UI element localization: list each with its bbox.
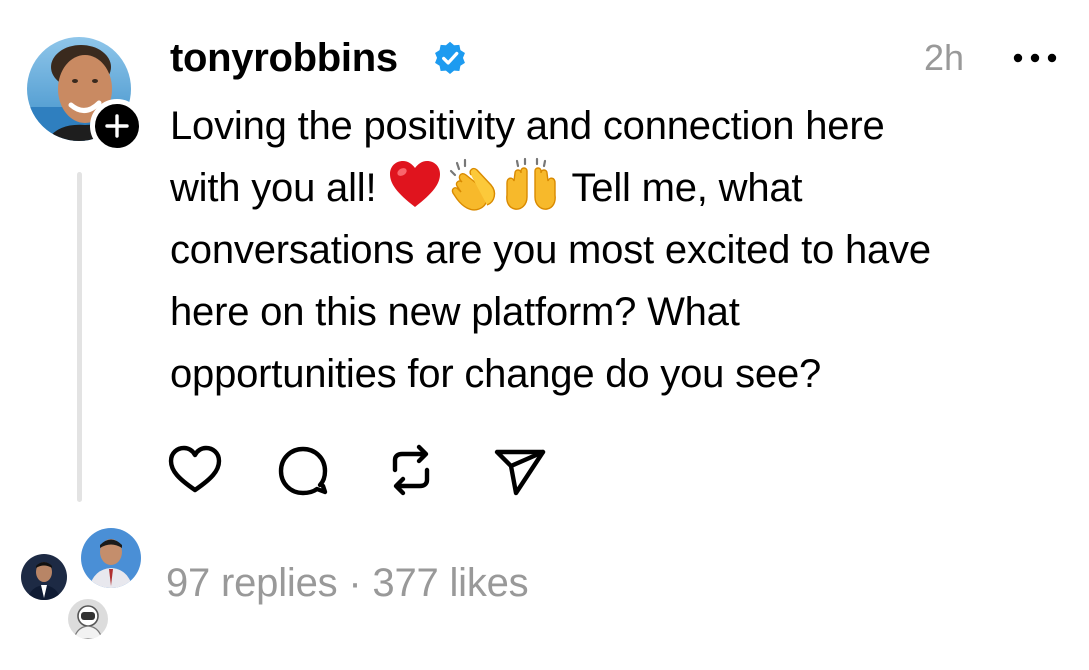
share-button[interactable] bbox=[489, 440, 549, 500]
more-options-button[interactable] bbox=[1010, 40, 1060, 76]
post-body: Loving the positivity and connection her… bbox=[170, 95, 1070, 405]
plus-icon bbox=[105, 114, 129, 138]
author-username[interactable]: tonyrobbins bbox=[170, 30, 398, 86]
verified-badge-icon bbox=[435, 41, 465, 75]
heart-icon bbox=[168, 445, 222, 493]
replier-avatar[interactable] bbox=[78, 525, 144, 591]
replier-avatar-image bbox=[68, 599, 108, 639]
post-text-line: conversations are you most excited to ha… bbox=[170, 228, 931, 272]
raising-hands-emoji-icon bbox=[506, 157, 557, 210]
post-text-line: Loving the positivity and connection her… bbox=[170, 104, 885, 148]
comment-icon bbox=[278, 446, 328, 496]
send-icon bbox=[494, 449, 546, 496]
post-text-line-with-emoji: with you all! Tell me, what bbox=[170, 157, 1070, 219]
post-stats: 97 replies · 377 likes bbox=[166, 555, 529, 611]
replies-count-link[interactable]: 97 replies bbox=[166, 561, 338, 605]
replier-avatar-image bbox=[21, 554, 67, 600]
post-text-line: here on this new platform? What bbox=[170, 290, 740, 334]
repost-button[interactable] bbox=[381, 440, 441, 500]
reply-button[interactable] bbox=[273, 440, 333, 500]
thread-post: tonyrobbins 2h Loving the positivity and… bbox=[0, 0, 1089, 670]
red-heart-emoji-icon bbox=[390, 161, 441, 207]
replier-avatar-image bbox=[81, 528, 141, 588]
thread-line bbox=[77, 172, 82, 502]
likes-count-link[interactable]: 377 likes bbox=[372, 561, 528, 605]
like-button[interactable] bbox=[165, 440, 225, 500]
post-timestamp: 2h bbox=[924, 37, 965, 78]
replier-avatar[interactable] bbox=[18, 551, 70, 603]
clapping-hands-emoji-icon bbox=[450, 158, 496, 211]
post-text-segment: Tell me, what bbox=[561, 166, 803, 210]
follow-button[interactable] bbox=[90, 99, 144, 153]
post-text-segment: with you all! bbox=[170, 166, 377, 210]
stats-separator: · bbox=[337, 561, 373, 605]
post-text-line: opportunities for change do you see? bbox=[170, 352, 822, 396]
author-avatar-container bbox=[27, 37, 144, 153]
replier-avatar[interactable] bbox=[65, 596, 111, 642]
repost-icon bbox=[392, 444, 430, 496]
more-horizontal-icon bbox=[1013, 53, 1057, 63]
